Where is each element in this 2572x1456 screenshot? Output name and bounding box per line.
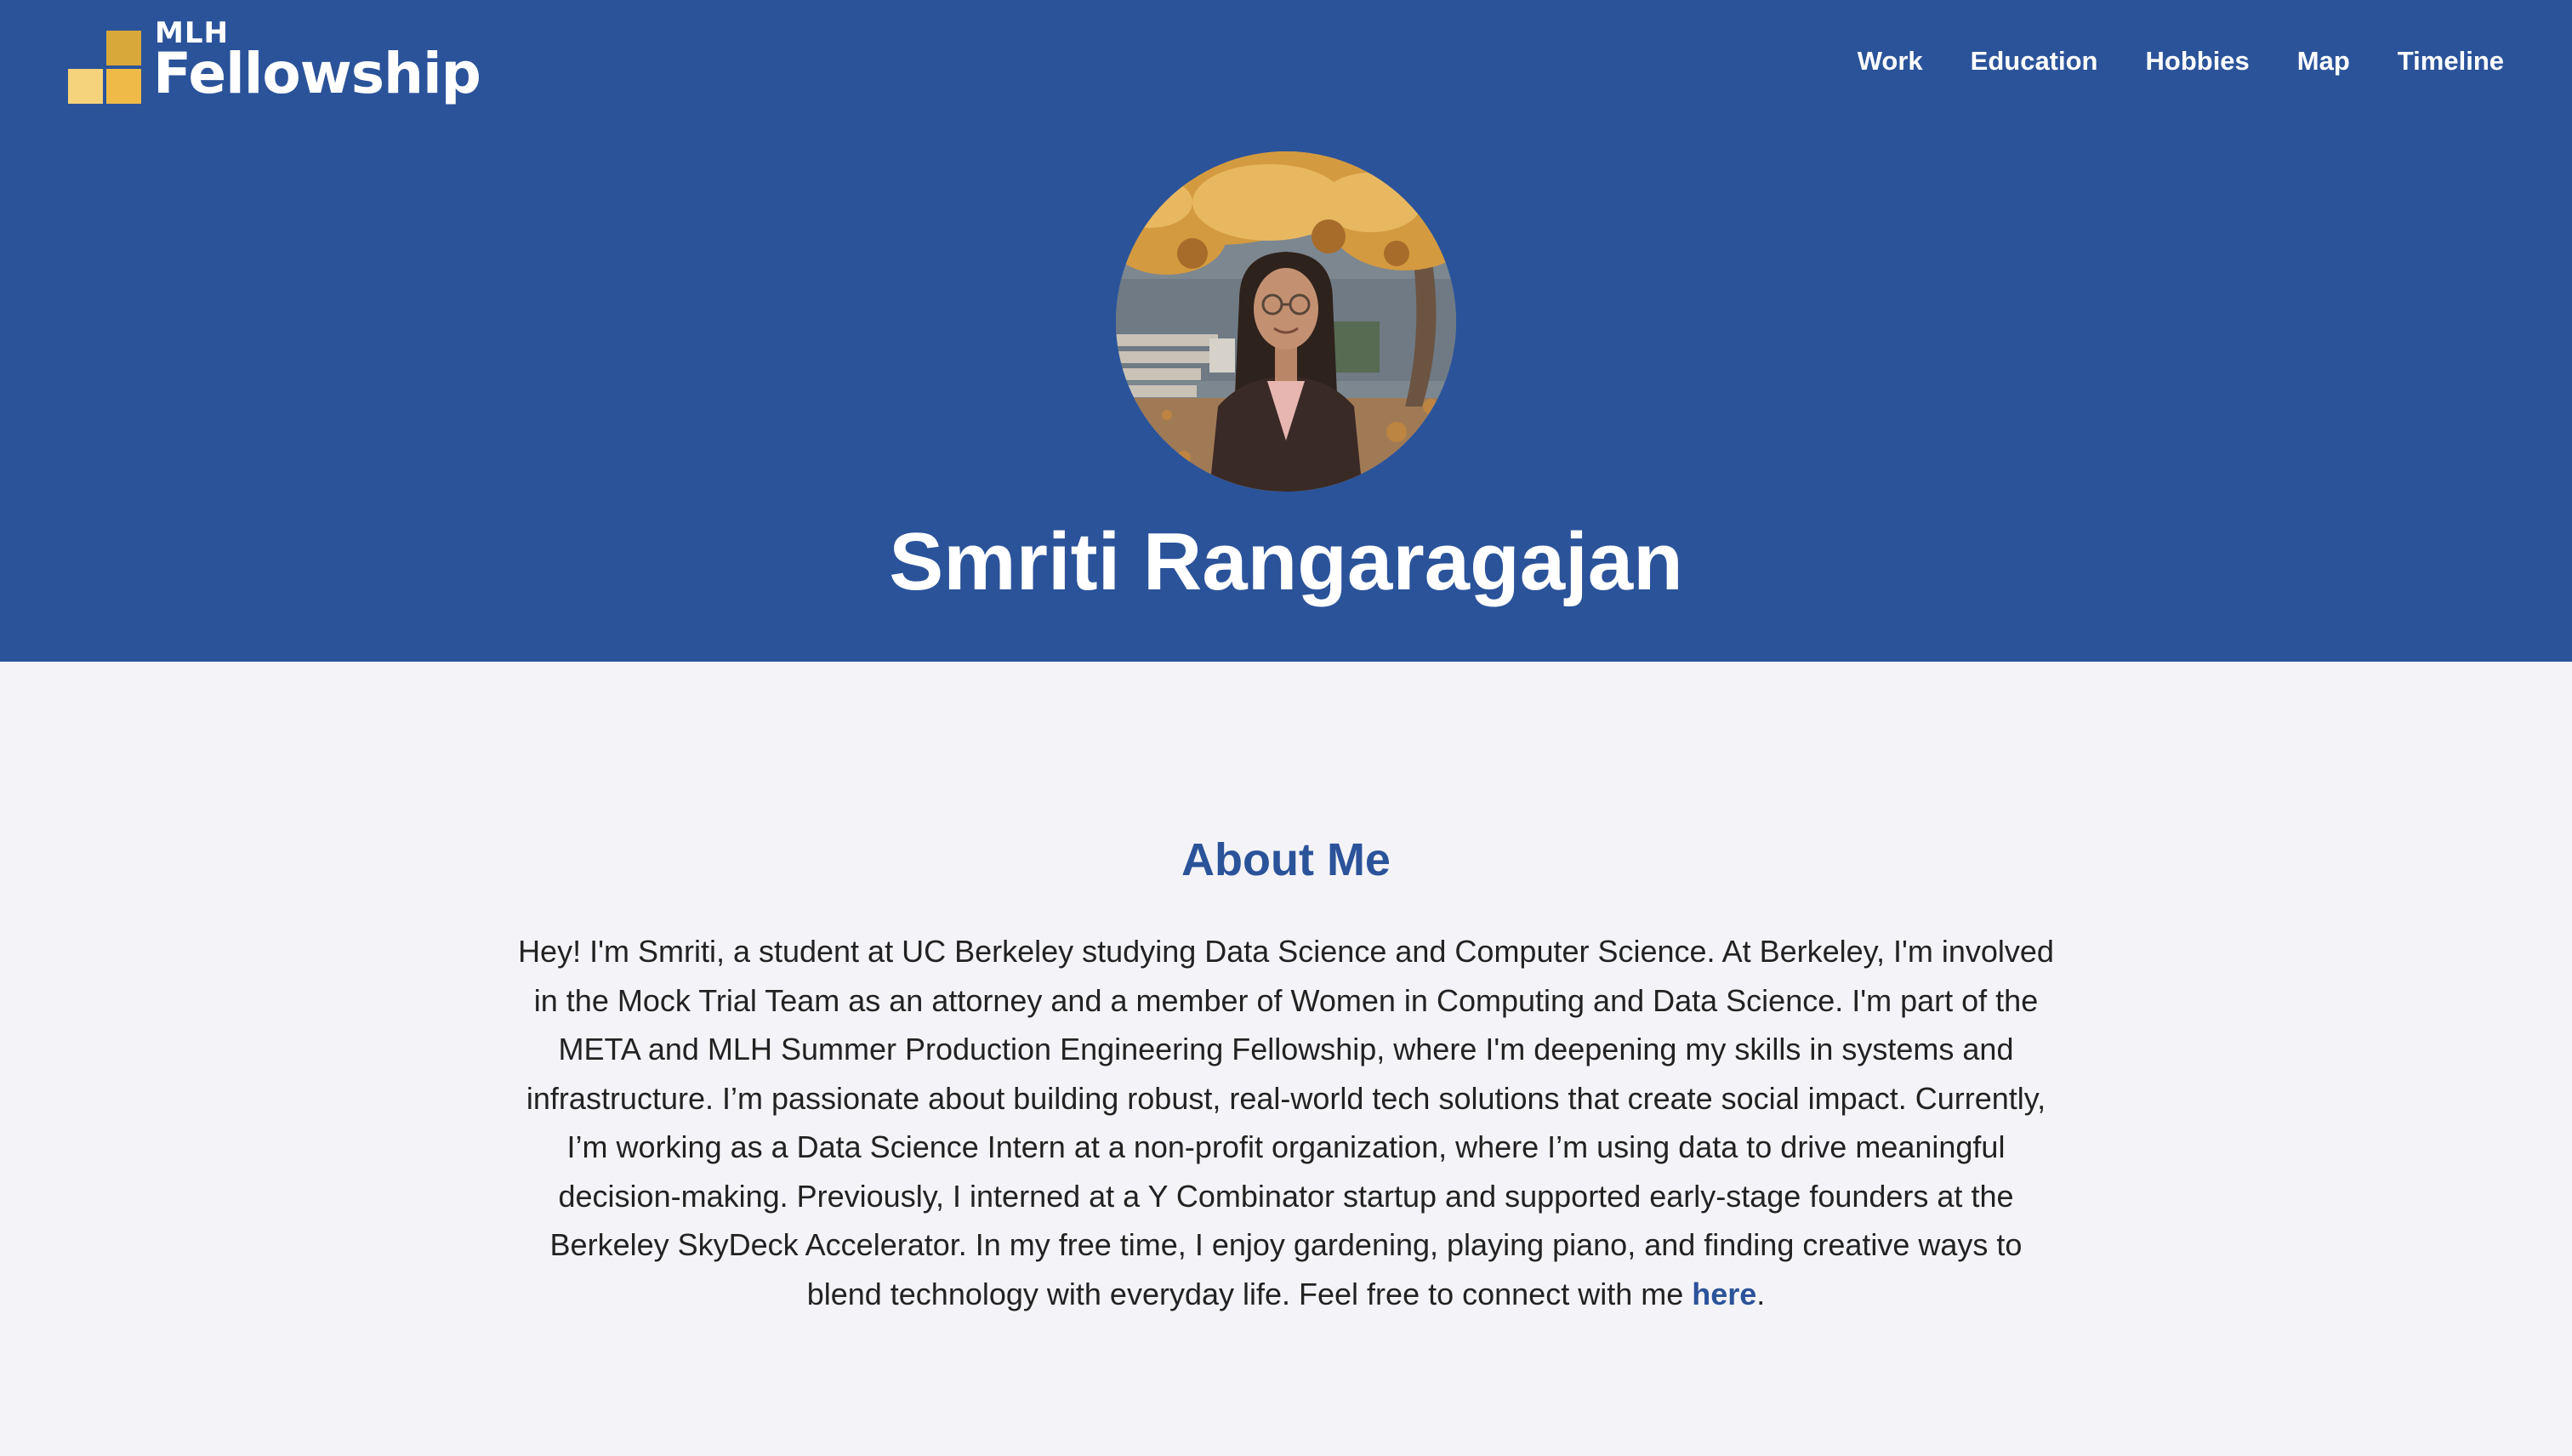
nav-link-timeline[interactable]: Timeline — [2398, 48, 2504, 74]
logo-big-text: Fellowship — [153, 41, 481, 106]
about-title: About Me — [1181, 834, 1391, 885]
connect-here-link[interactable]: here — [1692, 1277, 1756, 1311]
about-paragraph: Hey! I'm Smriti, a student at UC Berkele… — [515, 927, 2057, 1318]
hero-header: MLH Fellowship Work Education Hobbies Ma… — [0, 0, 2572, 662]
about-text-body: Hey! I'm Smriti, a student at UC Berkele… — [518, 934, 2054, 1311]
page: MLH Fellowship Work Education Hobbies Ma… — [0, 0, 2572, 1456]
nav-link-work[interactable]: Work — [1858, 48, 1923, 74]
mlh-fellowship-logo[interactable]: MLH Fellowship — [66, 15, 509, 117]
about-text-end: . — [1756, 1276, 1766, 1311]
nav-link-map[interactable]: Map — [2297, 48, 2350, 74]
profile-name: Smriti Rangaragajan — [889, 516, 1683, 607]
main-nav: Work Education Hobbies Map Timeline — [1858, 48, 2504, 74]
profile-photo — [1116, 151, 1456, 492]
nav-link-hobbies[interactable]: Hobbies — [2146, 48, 2250, 74]
logo-squares-icon — [66, 24, 143, 104]
nav-link-education[interactable]: Education — [1971, 48, 2098, 74]
